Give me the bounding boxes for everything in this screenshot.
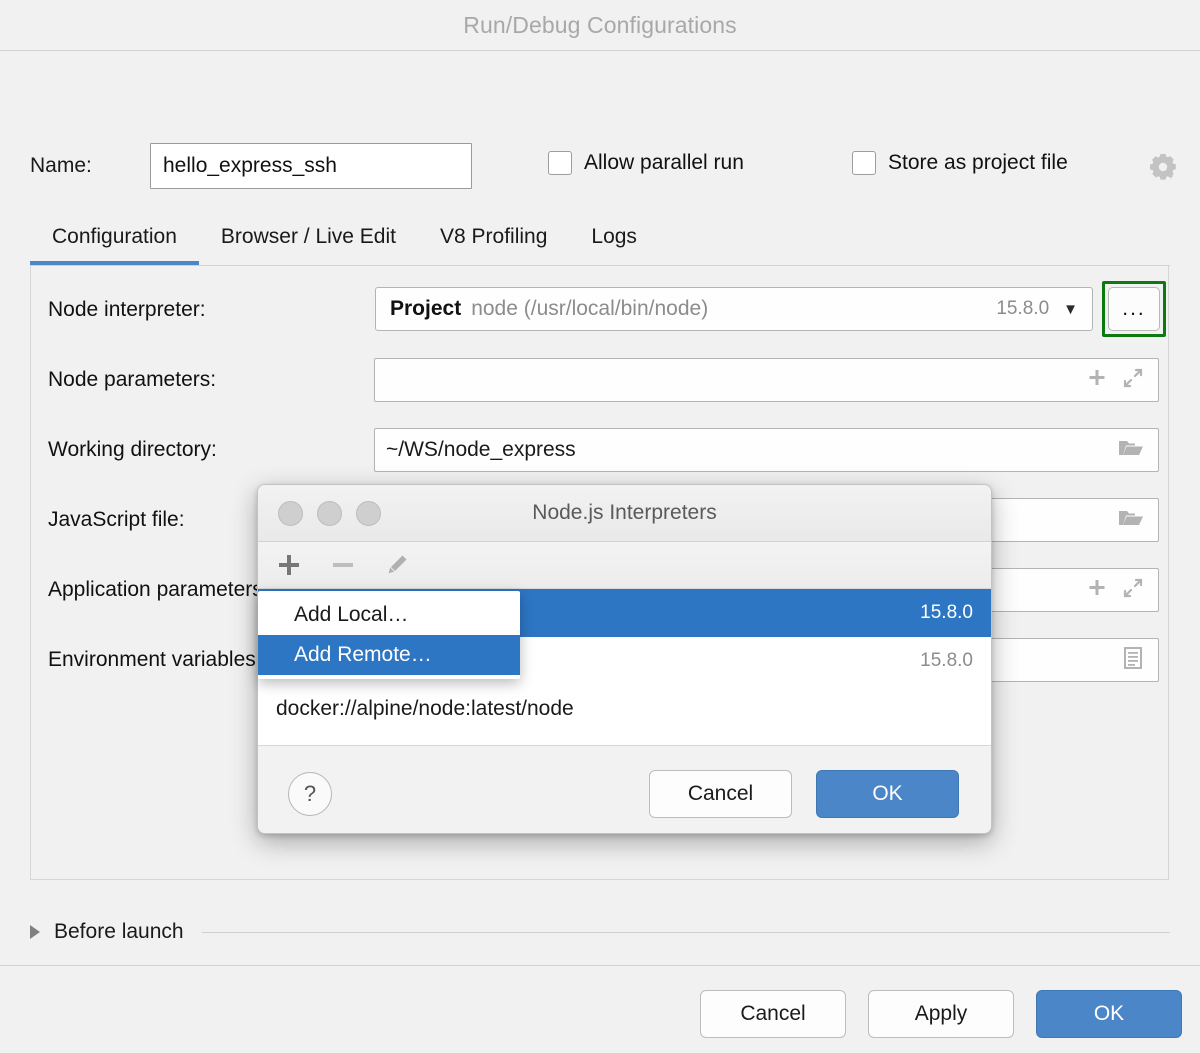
allow-parallel-run-checkbox[interactable]: Allow parallel run [548, 151, 744, 175]
minus-icon[interactable] [330, 552, 356, 578]
interpreter-version: 15.8.0 [920, 650, 973, 672]
run-debug-configurations-dialog: Run/Debug Configurations Name: Allow par… [0, 0, 1200, 1053]
modal-titlebar: Node.js Interpreters [258, 485, 991, 542]
javascript-file-label: JavaScript file: [48, 508, 185, 532]
interpreter-name: docker://alpine/node:latest/node [276, 697, 574, 721]
plus-icon[interactable] [1086, 367, 1108, 394]
list-item[interactable]: docker://alpine/node:latest/node [258, 685, 991, 733]
plus-icon[interactable] [276, 552, 302, 578]
allow-parallel-run-label: Allow parallel run [584, 151, 744, 175]
help-button[interactable]: ? [288, 772, 332, 816]
minimize-icon[interactable] [317, 501, 342, 526]
interpreter-version: 15.8.0 [920, 602, 973, 624]
environment-variables-label: Environment variables: [48, 648, 262, 672]
triangle-right-icon[interactable] [30, 925, 40, 939]
checkbox-box[interactable] [852, 151, 876, 175]
store-as-project-file-checkbox[interactable]: Store as project file [852, 151, 1068, 175]
before-launch-section[interactable]: Before launch [30, 920, 1170, 944]
node-interpreter-label: Node interpreter: [48, 298, 206, 322]
modal-toolbar[interactable] [258, 542, 991, 589]
footer-separator [0, 965, 1200, 966]
folder-icon[interactable] [1118, 507, 1144, 534]
tab-browser-live-edit[interactable]: Browser / Live Edit [199, 225, 418, 265]
traffic-lights[interactable] [278, 501, 381, 526]
before-launch-label: Before launch [54, 920, 184, 944]
checkbox-box[interactable] [548, 151, 572, 175]
list-document-icon[interactable] [1122, 646, 1144, 675]
folder-icon[interactable] [1118, 437, 1144, 464]
plus-icon[interactable] [1086, 577, 1108, 604]
gear-icon[interactable] [1148, 152, 1178, 180]
maximize-icon[interactable] [356, 501, 381, 526]
node-parameters-field[interactable] [374, 358, 1159, 402]
expand-icon[interactable] [1122, 367, 1144, 394]
name-input[interactable] [150, 143, 472, 189]
chevron-down-icon[interactable]: ▼ [1063, 301, 1092, 318]
modal-ok-button[interactable]: OK [816, 770, 959, 818]
expand-icon[interactable] [1122, 577, 1144, 604]
tab-v8-profiling[interactable]: V8 Profiling [418, 225, 569, 265]
node-parameters-row: Node parameters: [31, 358, 1168, 404]
apply-button[interactable]: Apply [868, 990, 1014, 1038]
node-interpreter-path: node (/usr/local/bin/node) [461, 297, 708, 321]
menu-item-add-local[interactable]: Add Local… [258, 595, 520, 635]
menu-item-add-remote[interactable]: Add Remote… [258, 635, 520, 675]
node-interpreter-browse-button[interactable]: ... [1108, 287, 1160, 331]
tab-configuration[interactable]: Configuration [30, 225, 199, 265]
working-directory-value: ~/WS/node_express [375, 438, 576, 462]
pencil-icon[interactable] [384, 552, 410, 578]
before-launch-divider [202, 932, 1170, 933]
node-interpreter-combo[interactable]: Project node (/usr/local/bin/node) 15.8.… [375, 287, 1093, 331]
name-label: Name: [30, 154, 92, 178]
modal-cancel-button[interactable]: Cancel [649, 770, 792, 818]
ok-button[interactable]: OK [1036, 990, 1182, 1038]
working-directory-label: Working directory: [48, 438, 217, 462]
working-directory-field[interactable]: ~/WS/node_express [374, 428, 1159, 472]
window-titlebar: Run/Debug Configurations [0, 0, 1200, 51]
tab-bar[interactable]: Configuration Browser / Live Edit V8 Pro… [30, 205, 659, 265]
cancel-button[interactable]: Cancel [700, 990, 846, 1038]
close-icon[interactable] [278, 501, 303, 526]
add-interpreter-menu[interactable]: Add Local… Add Remote… [258, 591, 520, 679]
window-title: Run/Debug Configurations [463, 12, 736, 39]
tab-logs[interactable]: Logs [569, 225, 659, 265]
working-directory-row: Working directory: ~/WS/node_express [31, 428, 1168, 474]
node-interpreter-version: 15.8.0 [996, 298, 1049, 320]
name-row: Name: Allow parallel run Store as projec… [0, 50, 1200, 180]
store-as-project-file-label: Store as project file [888, 151, 1068, 175]
node-parameters-label: Node parameters: [48, 368, 216, 392]
modal-footer: ? Cancel OK [258, 746, 991, 834]
application-parameters-label: Application parameters: [48, 578, 269, 602]
node-interpreter-scope: Project [376, 297, 461, 321]
